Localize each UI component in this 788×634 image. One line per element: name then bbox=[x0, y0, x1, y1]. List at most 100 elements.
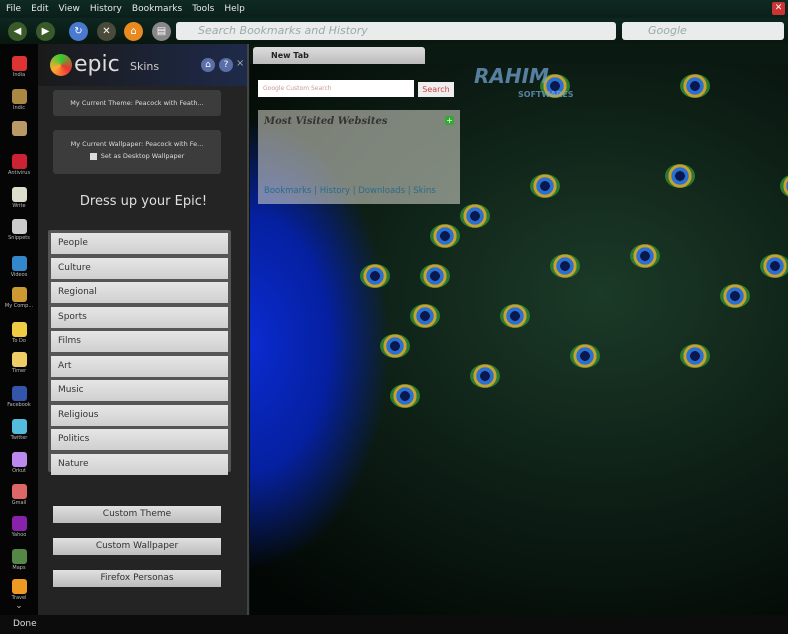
menu-edit[interactable]: Edit bbox=[31, 4, 48, 14]
link-downloads[interactable]: Downloads bbox=[358, 186, 405, 196]
sidebar-icon bbox=[11, 89, 27, 104]
category-music[interactable]: Music bbox=[51, 380, 228, 401]
sidebar-item-todo[interactable]: To Do bbox=[0, 322, 38, 344]
sidebar-item-maps[interactable]: Maps bbox=[0, 549, 38, 571]
sidebar-item-label: Maps bbox=[12, 565, 26, 571]
sidebar-item-twitter[interactable]: Twitter bbox=[0, 419, 38, 441]
sidebar-item-label: Gmail bbox=[11, 500, 27, 506]
sidebar-item-timer[interactable]: Timer bbox=[0, 352, 38, 374]
category-nature[interactable]: Nature bbox=[51, 453, 228, 475]
home-icon[interactable]: ⌂ bbox=[201, 58, 215, 72]
peacock-feather-eye bbox=[360, 264, 390, 288]
current-theme-card: My Current Theme: Peacock with Feath... bbox=[53, 90, 221, 116]
sidebar-item-snippets[interactable]: Snippets bbox=[0, 219, 38, 241]
search-button[interactable]: Search bbox=[418, 82, 454, 97]
custom-theme-button[interactable]: Custom Theme bbox=[53, 506, 221, 523]
link-history[interactable]: History bbox=[320, 186, 350, 196]
back-icon[interactable]: ◀ bbox=[8, 22, 27, 41]
tab-new-tab[interactable]: New Tab bbox=[253, 47, 425, 64]
sidebar-icon bbox=[11, 154, 27, 169]
link-bookmarks[interactable]: Bookmarks bbox=[264, 186, 312, 196]
peacock-feather-eye bbox=[550, 254, 580, 278]
sidebar-item-label: Write bbox=[12, 203, 26, 209]
sidebar-icon bbox=[11, 419, 27, 434]
peacock-feather-eye bbox=[430, 224, 460, 248]
sidebar-item-icon[interactable] bbox=[0, 121, 38, 137]
category-people[interactable]: People bbox=[51, 233, 228, 254]
url-bar[interactable]: Search Bookmarks and History bbox=[176, 22, 616, 40]
quick-links: Bookmarks | History | Downloads | Skins bbox=[264, 186, 436, 196]
sidebar-item-label: Orkut bbox=[12, 468, 26, 474]
reload-icon[interactable]: ↻ bbox=[69, 22, 88, 41]
peacock-feather-eye bbox=[680, 344, 710, 368]
menu-view[interactable]: View bbox=[59, 4, 80, 14]
help-icon[interactable]: ? bbox=[219, 58, 233, 72]
sidebar-item-antivirus[interactable]: Antivirus bbox=[0, 154, 38, 176]
category-regional[interactable]: Regional bbox=[51, 282, 228, 303]
status-bar: Done bbox=[0, 615, 788, 634]
sidebar-item-india[interactable]: India bbox=[0, 56, 38, 78]
sidebar-item-yahoo[interactable]: Yahoo bbox=[0, 516, 38, 538]
peacock-feather-eye bbox=[530, 174, 560, 198]
sidebar-item-label: Indic bbox=[13, 105, 25, 111]
scroll-down-icon[interactable]: ⌄ bbox=[0, 601, 38, 611]
skins-panel: epic Skins ⌂ ? × My Current Theme: Peaco… bbox=[38, 44, 249, 615]
menu-bookmarks[interactable]: Bookmarks bbox=[132, 4, 182, 14]
sidebar-icon bbox=[11, 386, 27, 401]
peacock-feather-eye bbox=[470, 364, 500, 388]
panel-header: epic Skins ⌂ ? × bbox=[38, 44, 247, 86]
menu-help[interactable]: Help bbox=[224, 4, 245, 14]
category-politics[interactable]: Politics bbox=[51, 429, 228, 450]
menu-file[interactable]: File bbox=[6, 4, 21, 14]
peacock-feather-eye bbox=[630, 244, 660, 268]
current-wallpaper: My Current Wallpaper: Peacock with Fe... bbox=[70, 140, 204, 148]
category-sports[interactable]: Sports bbox=[51, 306, 228, 328]
sidebar-icon bbox=[11, 452, 27, 467]
sidebar-strip: India Indic Antivirus Write Snippets Videos My… bbox=[0, 44, 38, 615]
firefox-personas-button[interactable]: Firefox Personas bbox=[53, 570, 221, 587]
history-icon[interactable]: ▤ bbox=[152, 22, 171, 41]
sidebar-icon bbox=[11, 322, 27, 337]
category-religious[interactable]: Religious bbox=[51, 404, 228, 426]
custom-wallpaper-button[interactable]: Custom Wallpaper bbox=[53, 538, 221, 555]
forward-icon[interactable]: ▶ bbox=[36, 22, 55, 41]
link-skins[interactable]: Skins bbox=[413, 186, 436, 196]
window-close-button[interactable]: ✕ bbox=[772, 2, 785, 15]
sidebar-icon bbox=[11, 256, 27, 271]
sidebar-icon bbox=[11, 121, 27, 136]
search-input[interactable]: Google bbox=[622, 22, 784, 40]
add-icon[interactable]: + bbox=[445, 116, 454, 125]
current-theme: My Current Theme: Peacock with Feath... bbox=[70, 99, 204, 107]
sidebar-item-facebook[interactable]: Facebook bbox=[0, 386, 38, 408]
sidebar-item-travel[interactable]: Travel bbox=[0, 579, 38, 601]
close-icon[interactable]: × bbox=[236, 58, 244, 69]
sidebar-icon bbox=[11, 187, 27, 202]
set-desktop-checkbox-row[interactable]: Set as Desktop Wallpaper bbox=[53, 152, 221, 160]
google-search-input[interactable]: Google Custom Search bbox=[258, 80, 414, 97]
sidebar-item-indic[interactable]: Indic bbox=[0, 89, 38, 111]
sidebar-item-mycomp[interactable]: My Comp... bbox=[0, 287, 38, 309]
panel-heading: Dress up your Epic! bbox=[79, 194, 208, 209]
category-films[interactable]: Films bbox=[51, 331, 228, 352]
sidebar-item-gmail[interactable]: Gmail bbox=[0, 484, 38, 506]
peacock-feather-eye bbox=[500, 304, 530, 328]
peacock-feather-eye bbox=[720, 284, 750, 308]
sidebar-item-label: My Comp... bbox=[4, 303, 34, 309]
peacock-feather-eye bbox=[410, 304, 440, 328]
sidebar-item-label: Snippets bbox=[8, 235, 30, 241]
menu-bar: File Edit View History Bookmarks Tools H… bbox=[0, 0, 788, 18]
sidebar-item-write[interactable]: Write bbox=[0, 187, 38, 209]
current-wallpaper-card: My Current Wallpaper: Peacock with Fe...… bbox=[53, 130, 221, 174]
sidebar-item-orkut[interactable]: Orkut bbox=[0, 452, 38, 474]
page-content: New Tab RAHIM SOFTWARES Google Custom Se… bbox=[250, 44, 788, 615]
sidebar-item-videos[interactable]: Videos bbox=[0, 256, 38, 278]
stop-icon[interactable]: ✕ bbox=[97, 22, 116, 41]
peacock-feather-eye bbox=[780, 174, 788, 198]
category-culture[interactable]: Culture bbox=[51, 257, 228, 279]
menu-tools[interactable]: Tools bbox=[192, 4, 214, 14]
category-art[interactable]: Art bbox=[51, 355, 228, 377]
home-icon[interactable]: ⌂ bbox=[124, 22, 143, 41]
menu-history[interactable]: History bbox=[90, 4, 122, 14]
checkbox[interactable] bbox=[89, 152, 97, 160]
peacock-feather-eye bbox=[390, 384, 420, 408]
